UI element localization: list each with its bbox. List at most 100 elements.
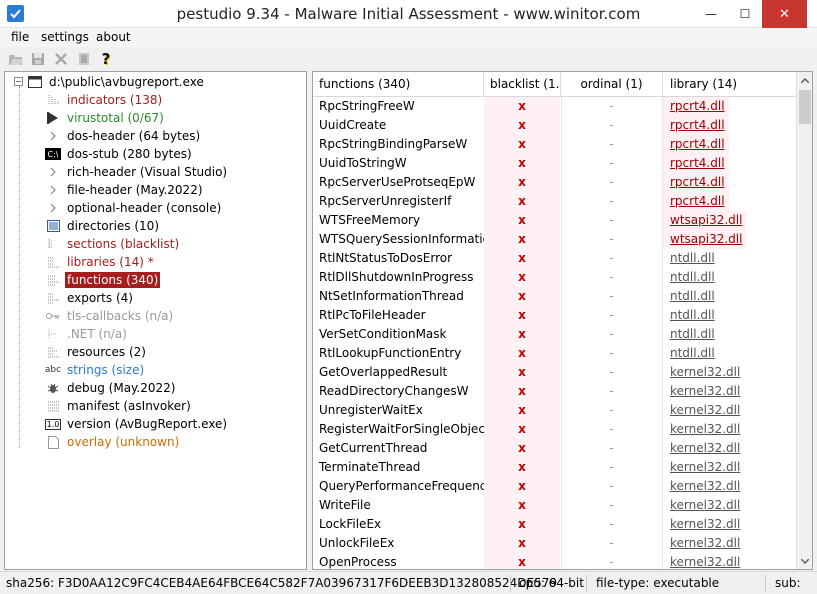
- library-cell[interactable]: wtsapi32.dll: [663, 230, 747, 249]
- tree-item[interactable]: tls-callbacks (n/a): [45, 307, 175, 325]
- tree-item[interactable]: resources (2): [45, 343, 148, 361]
- scroll-down-button[interactable]: [797, 553, 812, 569]
- tree-item[interactable]: rich-header (Visual Studio): [45, 163, 229, 181]
- scroll-up-button[interactable]: [797, 72, 812, 88]
- help-button[interactable]: ?: [97, 50, 115, 68]
- open-button[interactable]: [7, 50, 25, 68]
- tree-item[interactable]: overlay (unknown): [45, 433, 181, 451]
- tree-root[interactable]: d:\public\avbugreport.exe: [27, 73, 206, 91]
- table-row[interactable]: VerSetConditionMask x - ntdll.dll: [313, 325, 796, 344]
- library-cell[interactable]: kernel32.dll: [663, 496, 763, 515]
- table-row[interactable]: UnlockFileEx x - kernel32.dll: [313, 534, 796, 553]
- table-row[interactable]: RtlDllShutdownInProgress x - ntdll.dll: [313, 268, 796, 287]
- library-cell[interactable]: rpcrt4.dll: [663, 192, 729, 211]
- table-row[interactable]: NtSetInformationThread x - ntdll.dll: [313, 287, 796, 306]
- library-cell[interactable]: kernel32.dll: [663, 458, 763, 477]
- copy-button[interactable]: [75, 50, 93, 68]
- table-row[interactable]: WTSQuerySessionInformatio... x - wtsapi32.d…: [313, 230, 796, 249]
- library-cell[interactable]: wtsapi32.dll: [663, 211, 747, 230]
- tree-item[interactable]: 1.0 version (AvBugReport.exe): [45, 415, 229, 433]
- table-row[interactable]: RpcStringBindingParseW x - rpcrt4.dll: [313, 135, 796, 154]
- library-cell[interactable]: ntdll.dll: [663, 268, 763, 287]
- library-cell[interactable]: kernel32.dll: [663, 477, 763, 496]
- library-cell[interactable]: rpcrt4.dll: [663, 116, 729, 135]
- column-header-functions[interactable]: functions (340): [313, 72, 484, 97]
- vertical-scrollbar[interactable]: [796, 72, 812, 569]
- scroll-thumb[interactable]: [799, 90, 811, 124]
- function-cell: OpenProcess: [319, 555, 397, 569]
- tree-item[interactable]: dos-header (64 bytes): [45, 127, 202, 145]
- tree-item[interactable]: .NET (n/a): [45, 325, 129, 343]
- tree-item[interactable]: C:\ dos-stub (280 bytes): [45, 145, 194, 163]
- table-row[interactable]: RtlLookupFunctionEntry x - ntdll.dll: [313, 344, 796, 363]
- tree-item[interactable]: exports (4): [45, 289, 135, 307]
- tree-pane[interactable]: − d:\public\avbugreport.exe indicators (…: [4, 71, 307, 570]
- library-cell[interactable]: rpcrt4.dll: [663, 135, 729, 154]
- function-cell: RtlNtStatusToDosError: [319, 251, 453, 265]
- close-file-button[interactable]: [52, 50, 70, 68]
- tree-item[interactable]: sections (blacklist): [45, 235, 181, 253]
- close-button[interactable]: ✕: [762, 0, 807, 28]
- tree-item[interactable]: indicators (138): [45, 91, 164, 109]
- library-cell[interactable]: kernel32.dll: [663, 401, 763, 420]
- library-cell[interactable]: ntdll.dll: [663, 249, 763, 268]
- table-row[interactable]: RegisterWaitForSingleObject x - kernel32.dl…: [313, 420, 796, 439]
- library-cell[interactable]: ntdll.dll: [663, 325, 763, 344]
- table-row[interactable]: RtlNtStatusToDosError x - ntdll.dll: [313, 249, 796, 268]
- table-row[interactable]: OpenProcess x - kernel32.dll: [313, 553, 796, 569]
- library-cell[interactable]: kernel32.dll: [663, 553, 763, 569]
- menu-file[interactable]: file: [11, 30, 29, 44]
- tree-item[interactable]: virustotal (0/67): [45, 109, 166, 127]
- tree-item-label: tls-callbacks (n/a): [67, 309, 174, 323]
- save-button[interactable]: [29, 50, 47, 68]
- library-cell[interactable]: rpcrt4.dll: [663, 173, 729, 192]
- tree-item[interactable]: manifest (asInvoker): [45, 397, 193, 415]
- tree-collapse-toggle[interactable]: −: [14, 77, 23, 86]
- minimize-button[interactable]: —: [694, 0, 728, 28]
- table-row[interactable]: UnregisterWaitEx x - kernel32.dll: [313, 401, 796, 420]
- library-cell[interactable]: kernel32.dll: [663, 420, 763, 439]
- table-row[interactable]: UuidCreate x - rpcrt4.dll: [313, 116, 796, 135]
- table-row[interactable]: RtlPcToFileHeader x - ntdll.dll: [313, 306, 796, 325]
- library-cell[interactable]: ntdll.dll: [663, 344, 763, 363]
- library-cell[interactable]: kernel32.dll: [663, 534, 763, 553]
- table-row[interactable]: LockFileEx x - kernel32.dll: [313, 515, 796, 534]
- menu-settings[interactable]: settings: [41, 30, 89, 44]
- functions-grid[interactable]: functions (340) blacklist (1... ordinal …: [312, 71, 813, 570]
- table-row[interactable]: WriteFile x - kernel32.dll: [313, 496, 796, 515]
- column-header-library[interactable]: library (14): [663, 72, 796, 97]
- menu-about[interactable]: about: [96, 30, 131, 44]
- table-row[interactable]: TerminateThread x - kernel32.dll: [313, 458, 796, 477]
- function-cell: LockFileEx: [319, 517, 382, 531]
- table-row[interactable]: RpcStringFreeW x - rpcrt4.dll: [313, 97, 796, 116]
- tree-item-label: indicators (138): [67, 93, 163, 107]
- library-cell[interactable]: rpcrt4.dll: [663, 97, 729, 116]
- column-header-blacklist[interactable]: blacklist (1...: [484, 72, 561, 97]
- function-cell: GetCurrentThread: [319, 441, 428, 455]
- tree-item[interactable]: debug (May.2022): [45, 379, 177, 397]
- tree-item[interactable]: abc strings (size): [45, 361, 146, 379]
- table-row[interactable]: QueryPerformanceFrequency x - kernel32.dll: [313, 477, 796, 496]
- table-row[interactable]: GetCurrentThread x - kernel32.dll: [313, 439, 796, 458]
- table-row[interactable]: UuidToStringW x - rpcrt4.dll: [313, 154, 796, 173]
- library-cell[interactable]: kernel32.dll: [663, 515, 763, 534]
- library-cell[interactable]: rpcrt4.dll: [663, 154, 729, 173]
- tree-item-label: version (AvBugReport.exe): [67, 417, 228, 431]
- tree-item[interactable]: libraries (14) *: [45, 253, 156, 271]
- table-row[interactable]: RpcServerUseProtseqEpW x - rpcrt4.dll: [313, 173, 796, 192]
- tree-item[interactable]: functions (340): [45, 271, 161, 289]
- library-cell[interactable]: kernel32.dll: [663, 363, 763, 382]
- maximize-button[interactable]: ☐: [728, 0, 762, 28]
- library-cell[interactable]: kernel32.dll: [663, 439, 763, 458]
- table-row[interactable]: ReadDirectoryChangesW x - kernel32.dll: [313, 382, 796, 401]
- table-row[interactable]: GetOverlappedResult x - kernel32.dll: [313, 363, 796, 382]
- tree-item[interactable]: directories (10): [45, 217, 161, 235]
- table-row[interactable]: WTSFreeMemory x - wtsapi32.dll: [313, 211, 796, 230]
- table-row[interactable]: RpcServerUnregisterIf x - rpcrt4.dll: [313, 192, 796, 211]
- tree-item[interactable]: file-header (May.2022): [45, 181, 205, 199]
- tree-item[interactable]: optional-header (console): [45, 199, 223, 217]
- library-cell[interactable]: ntdll.dll: [663, 287, 763, 306]
- column-header-ordinal[interactable]: ordinal (1): [561, 72, 663, 97]
- library-cell[interactable]: ntdll.dll: [663, 306, 763, 325]
- library-cell[interactable]: kernel32.dll: [663, 382, 763, 401]
